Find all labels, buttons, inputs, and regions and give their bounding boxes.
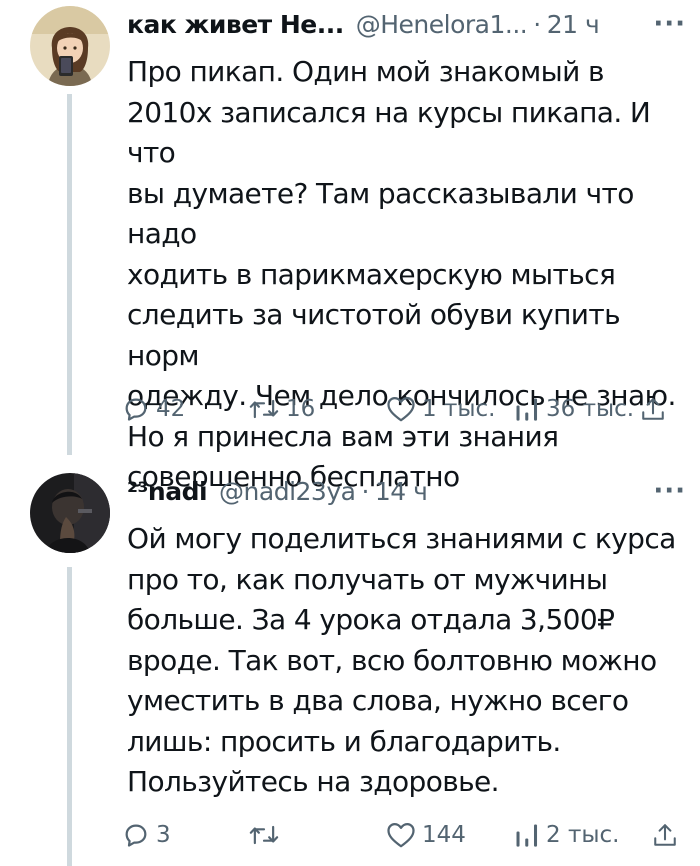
more-options-icon[interactable]: ··· — [653, 11, 686, 37]
tweet[interactable]: ²³nadi @nadi23ya · 14 ч ··· Ой могу поде… — [0, 455, 700, 866]
views-button[interactable]: 36 тыс. — [514, 395, 634, 423]
text-line: уместить в два слова, нужно всего — [127, 684, 629, 717]
tweet-header: как живет Не... @Henelora1... · 21 ч ··· — [127, 6, 686, 42]
text-line: Ой могу поделиться знаниями с курса — [127, 522, 676, 555]
views-icon — [514, 395, 540, 423]
timestamp[interactable]: 14 ч — [375, 477, 428, 506]
text-line: следить за чистотой обуви купить норм — [127, 298, 621, 372]
tweet-text: Про пикап. Один мой знакомый в 2010х зап… — [127, 52, 682, 498]
like-count: 144 — [422, 822, 466, 848]
share-button[interactable] — [652, 821, 678, 849]
share-icon — [640, 395, 666, 423]
reply-icon — [122, 821, 150, 849]
heart-icon — [386, 821, 416, 849]
like-button[interactable]: 1 тыс. — [386, 395, 514, 423]
display-name[interactable]: ²³nadi — [127, 477, 208, 506]
text-line: вы думаете? Там рассказывали что надо — [127, 176, 634, 251]
retweet-button[interactable]: 16 — [248, 395, 386, 423]
share-button[interactable] — [640, 395, 666, 423]
separator-dot: · — [533, 9, 541, 39]
reply-count: 3 — [156, 822, 171, 848]
tweet-text: Ой могу поделиться знаниями с курса про … — [127, 519, 682, 803]
reply-count: 42 — [156, 396, 186, 422]
action-bar: 42 16 1 тыс. 36 тыс. — [122, 392, 678, 426]
text-line: Про пикап. Один мой знакомый в — [127, 55, 605, 88]
retweet-button[interactable] — [248, 821, 386, 849]
text-line: лишь: просить и благодарить. — [127, 724, 561, 758]
text-line: Пользуйтесь на здоровье. — [127, 765, 500, 798]
tweet[interactable]: как живет Не... @Henelora1... · 21 ч ···… — [0, 0, 700, 493]
action-bar: 3 144 2 тыс. — [122, 818, 678, 852]
user-handle[interactable]: @nadi23ya — [219, 477, 356, 506]
text-line: ходить в парикмахерскую мыться — [127, 257, 616, 291]
thread-line — [67, 94, 72, 455]
separator-dot: · — [361, 476, 369, 506]
retweet-count: 16 — [286, 396, 316, 422]
reply-icon — [122, 395, 150, 423]
display-name[interactable]: как живет Не... — [127, 10, 344, 39]
like-button[interactable]: 144 — [386, 821, 514, 849]
views-button[interactable]: 2 тыс. — [514, 821, 619, 849]
avatar[interactable] — [30, 6, 110, 86]
text-line: вроде. Так вот, всю болтовню можно — [127, 643, 657, 677]
retweet-icon — [248, 821, 280, 849]
retweet-icon — [248, 395, 280, 423]
views-count: 36 тыс. — [546, 396, 635, 422]
text-line: больше. За 4 урока отдала 3,500₽ — [127, 603, 615, 636]
timestamp[interactable]: 21 ч — [547, 10, 600, 39]
like-count: 1 тыс. — [422, 396, 496, 422]
thread-line — [67, 567, 72, 866]
text-line: 2010х записался на курсы пикапа. И что — [127, 95, 651, 170]
heart-icon — [386, 395, 416, 423]
share-icon — [652, 821, 678, 849]
views-icon — [514, 821, 540, 849]
text-line: про то, как получать от мужчины — [127, 562, 608, 596]
views-count: 2 тыс. — [546, 822, 620, 848]
more-options-icon[interactable]: ··· — [653, 478, 686, 504]
reply-button[interactable]: 42 — [122, 395, 248, 423]
user-handle[interactable]: @Henelora1... — [356, 10, 528, 39]
reply-button[interactable]: 3 — [122, 821, 248, 849]
tweet-header: ²³nadi @nadi23ya · 14 ч ··· — [127, 473, 686, 509]
avatar[interactable] — [30, 473, 110, 553]
